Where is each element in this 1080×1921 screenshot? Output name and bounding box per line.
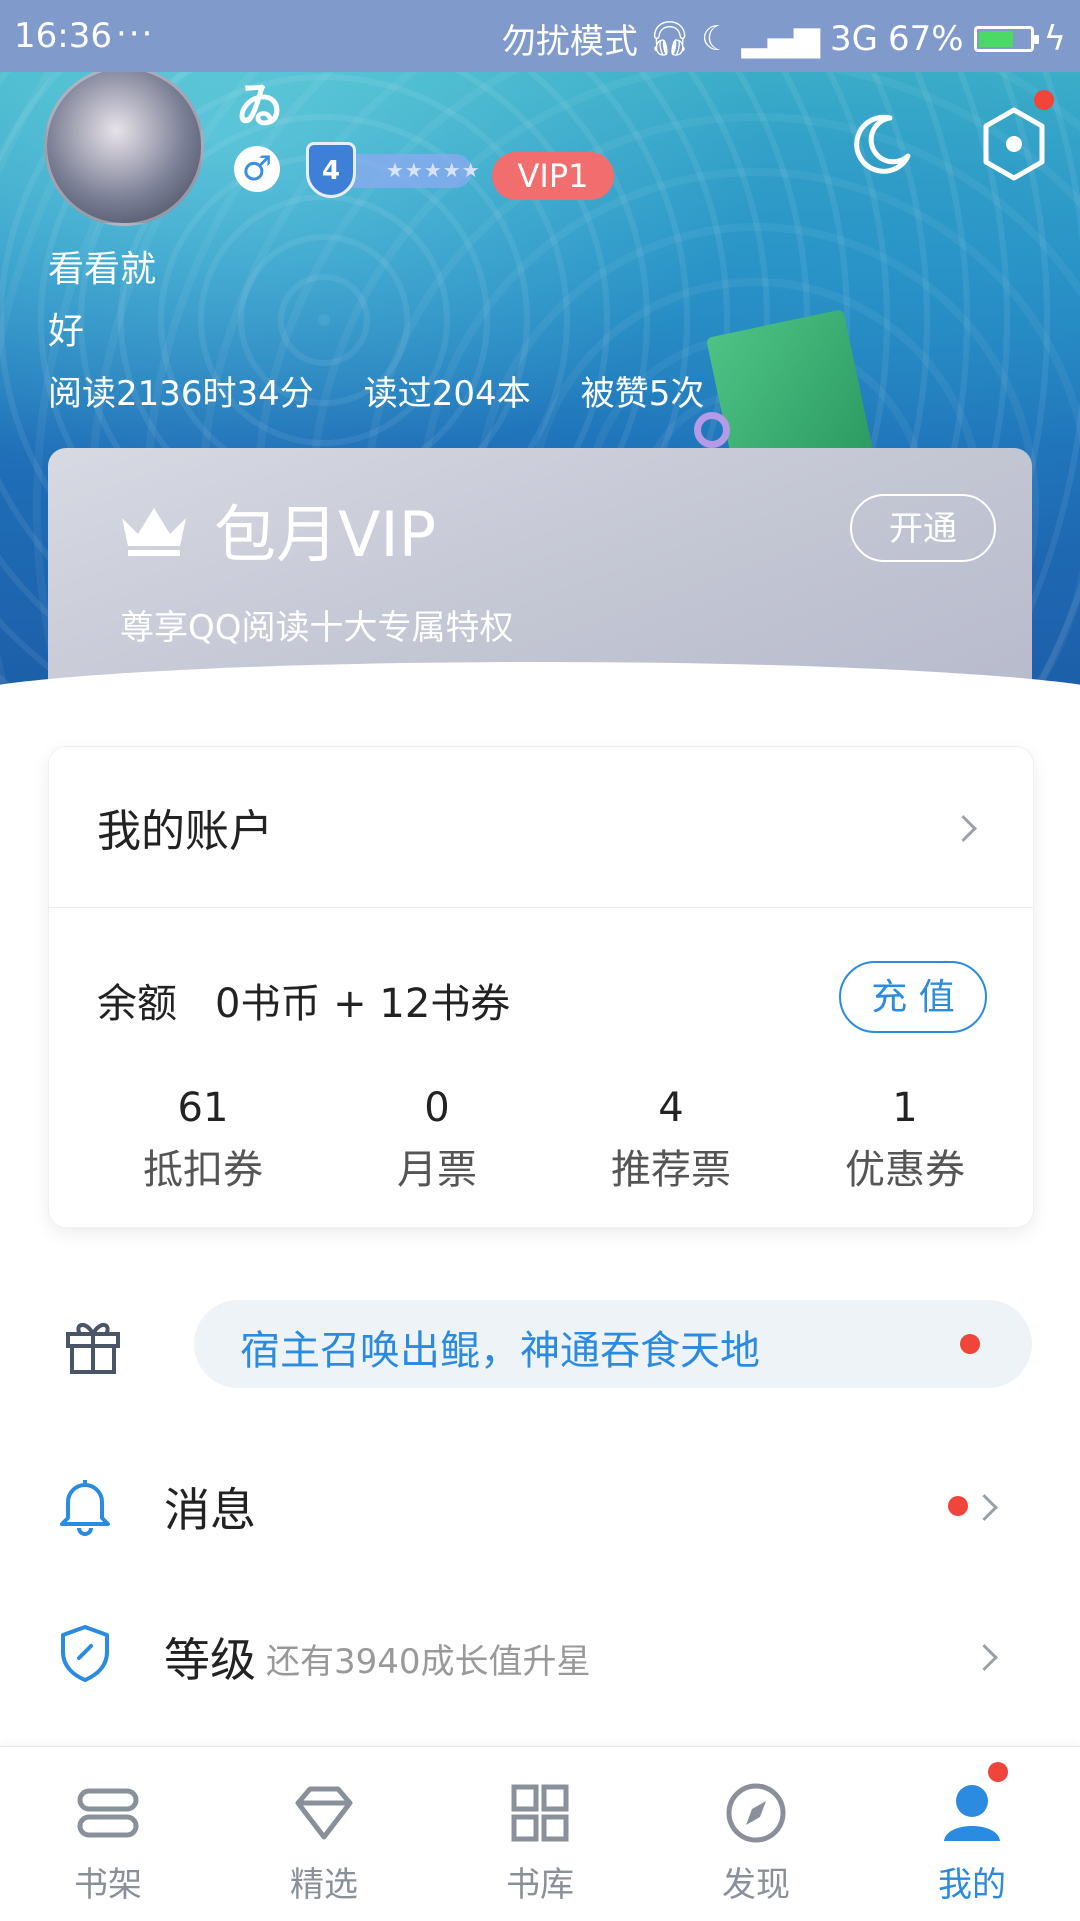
- bottom-navigation: 书架 精选 书库 发现 我的: [0, 1746, 1080, 1921]
- bio-line-2: 好: [48, 311, 85, 352]
- status-more-dots: ···: [116, 14, 155, 54]
- level-label: 等级: [164, 1633, 256, 1687]
- grid-icon: [511, 1784, 569, 1842]
- vip-card-subtitle: 尊享QQ阅读十大专属特权: [120, 608, 514, 648]
- stat-value: 1: [892, 1085, 918, 1131]
- status-right-group: 勿扰模式 🎧︎ ☾ ▂▄▆ 3G 67% ϟ: [502, 14, 1066, 63]
- reading-stats: 阅读2136时34分 读过204本 被赞5次: [48, 366, 704, 415]
- books-read: 读过204本: [363, 374, 531, 414]
- nav-label: 精选: [290, 1865, 358, 1905]
- settings-hex-icon[interactable]: [978, 104, 1050, 184]
- stat-value: 61: [177, 1085, 229, 1131]
- nav-discover[interactable]: 发现: [648, 1747, 864, 1921]
- stat-value: 4: [658, 1085, 684, 1131]
- status-time: 16:36: [14, 16, 112, 56]
- reading-time: 阅读2136时34分: [48, 374, 314, 414]
- nav-featured[interactable]: 精选: [216, 1747, 432, 1921]
- bookshelf-icon: [77, 1788, 139, 1838]
- likes-count: 被赞5次: [580, 374, 705, 414]
- compass-icon: [726, 1783, 786, 1843]
- headphones-icon: 🎧︎: [647, 18, 692, 59]
- crown-icon: [122, 508, 186, 556]
- balance-label: 余额: [97, 981, 177, 1027]
- settings-notification-dot: [1034, 90, 1054, 110]
- open-vip-button[interactable]: 开通: [850, 494, 996, 562]
- nav-library[interactable]: 书库: [432, 1747, 648, 1921]
- user-icon: [944, 1785, 1000, 1841]
- nav-bookshelf[interactable]: 书架: [0, 1747, 216, 1921]
- signal-icon: ▂▄▆: [741, 18, 820, 59]
- night-mode-icon[interactable]: [850, 112, 914, 176]
- stat-label: 推荐票: [611, 1147, 731, 1193]
- stat-label: 抵扣券: [143, 1147, 263, 1193]
- promo-banner[interactable]: 宿主召唤出鲲，神通吞食天地: [194, 1300, 1032, 1388]
- stat-recommend-tickets[interactable]: 4 推荐票: [571, 1085, 771, 1195]
- charging-icon: ϟ: [1043, 18, 1066, 59]
- promo-notification-dot: [960, 1334, 980, 1354]
- stat-discount-coupons[interactable]: 1 优惠券: [805, 1085, 1005, 1195]
- swim-ring-illustration: [694, 412, 730, 448]
- vip-badge[interactable]: VIP1: [492, 152, 614, 200]
- bio-line-1: 看看就: [48, 249, 157, 290]
- dnd-label: 勿扰模式: [501, 22, 638, 62]
- nav-label: 书架: [74, 1865, 142, 1905]
- stat-monthly-tickets[interactable]: 0 月票: [337, 1085, 537, 1195]
- status-bar: 16:36 ··· 勿扰模式 🎧︎ ☾ ▂▄▆ 3G 67% ϟ: [0, 0, 1080, 72]
- gender-male-icon: ♂: [234, 146, 280, 192]
- diamond-icon: [295, 1786, 353, 1840]
- nav-label: 书库: [506, 1865, 574, 1905]
- messages-label: 消息: [164, 1483, 256, 1537]
- level-shield-icon: 4: [306, 142, 356, 198]
- nav-mine[interactable]: 我的: [864, 1747, 1080, 1921]
- stat-label: 月票: [397, 1147, 477, 1193]
- vip-card[interactable]: 包月VIP 尊享QQ阅读十大专属特权 开通: [48, 448, 1032, 692]
- account-card: 我的账户 余额 0书币 + 12书券 充 值 61 抵扣券 0 月票 4 推荐票…: [48, 746, 1034, 1228]
- level-badge[interactable]: 4 ★★★★★: [306, 142, 480, 198]
- stat-label: 优惠券: [845, 1147, 965, 1193]
- battery-icon: [973, 25, 1039, 52]
- avatar[interactable]: [44, 72, 204, 226]
- nav-mine-notification-dot: [988, 1762, 1008, 1782]
- promo-text: 宿主召唤出鲲，神通吞食天地: [240, 1328, 760, 1374]
- gift-icon: [66, 1323, 120, 1374]
- level-stars: ★★★★★: [386, 158, 481, 182]
- nav-label: 我的: [938, 1865, 1006, 1905]
- vip-card-title: 包月VIP: [214, 498, 437, 571]
- profile-header: ゐ ♂ 4 ★★★★★ VIP1 看看就 好 阅读2136时34分 读过204本…: [0, 72, 1080, 692]
- user-name: ゐ: [236, 78, 285, 134]
- chevron-right-icon[interactable]: [950, 815, 977, 842]
- shield-icon: [61, 1625, 109, 1682]
- balance-value: 0书币 + 12书券: [215, 981, 511, 1027]
- stat-deduction-coupons[interactable]: 61 抵扣券: [103, 1085, 303, 1195]
- recharge-button[interactable]: 充 值: [839, 961, 987, 1033]
- battery-fill: [978, 30, 1013, 47]
- nav-label: 发现: [722, 1865, 790, 1905]
- network-type: 3G: [830, 18, 878, 59]
- stat-value: 0: [424, 1085, 450, 1131]
- chevron-right-icon: [971, 1644, 998, 1671]
- divider: [49, 907, 1033, 908]
- level-hint: 还有3940成长值升星: [266, 1642, 591, 1682]
- chevron-right-icon: [971, 1494, 998, 1521]
- bell-icon: [60, 1480, 110, 1536]
- account-title[interactable]: 我的账户: [97, 795, 273, 859]
- messages-notification-dot: [948, 1496, 968, 1516]
- moon-status-icon: ☾: [701, 18, 732, 59]
- battery-percent: 67%: [887, 18, 964, 59]
